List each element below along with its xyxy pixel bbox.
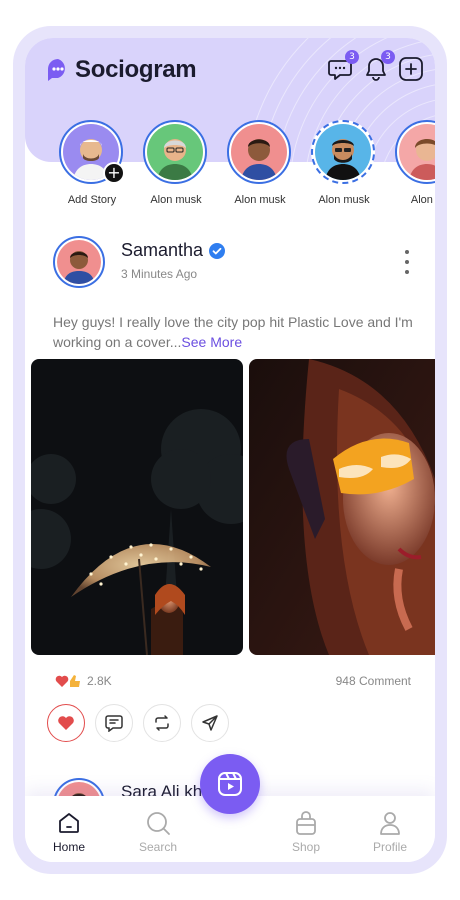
post-image-umbrella[interactable] bbox=[31, 359, 243, 655]
story-item[interactable]: Alon musk bbox=[227, 120, 293, 206]
avatar bbox=[147, 124, 203, 180]
story-item[interactable]: Alon m bbox=[395, 120, 435, 206]
see-more-link[interactable]: See More bbox=[181, 334, 242, 350]
story-ring bbox=[143, 120, 207, 184]
nav-profile-label: Profile bbox=[372, 840, 407, 854]
repost-icon bbox=[155, 715, 169, 731]
reels-button[interactable] bbox=[200, 754, 260, 814]
shop-bag-icon bbox=[296, 811, 316, 835]
post-actions bbox=[47, 704, 229, 742]
comment-icon bbox=[105, 715, 123, 732]
comment-button[interactable] bbox=[95, 704, 133, 742]
comment-count[interactable]: 948 Comment bbox=[336, 674, 411, 688]
verified-icon bbox=[209, 242, 226, 259]
post-author-name[interactable]: Samantha bbox=[121, 240, 226, 261]
nav-profile[interactable]: Profile bbox=[360, 810, 420, 854]
nav-home-label: Home bbox=[52, 840, 85, 854]
phone-frame: Sociogram 3 3 + Add Story Alon musk Alon… bbox=[13, 26, 447, 874]
post-image-glasses[interactable] bbox=[249, 359, 435, 655]
story-name: Alon m bbox=[410, 194, 435, 206]
reaction-count: 2.8K bbox=[87, 674, 112, 688]
logo-chat-icon bbox=[48, 59, 65, 81]
messages-badge: 3 bbox=[345, 50, 359, 64]
post-caption: Hey guys! I really love the city pop hit… bbox=[53, 312, 413, 352]
avatar bbox=[399, 124, 435, 180]
author-name-text: Samantha bbox=[121, 240, 204, 260]
story-name: Alon musk bbox=[234, 194, 286, 206]
story-ring bbox=[395, 120, 435, 184]
story-item[interactable]: Alon musk bbox=[311, 120, 377, 206]
like-button[interactable] bbox=[47, 704, 85, 742]
stories-row: + Add Story Alon musk Alon musk Alon mus… bbox=[53, 120, 435, 220]
home-icon bbox=[59, 813, 79, 833]
post-reactions[interactable]: 2.8K bbox=[55, 674, 112, 688]
story-ring bbox=[227, 120, 291, 184]
story-name: Alon musk bbox=[318, 194, 370, 206]
story-ring bbox=[311, 120, 375, 184]
reels-icon bbox=[218, 772, 242, 796]
add-square-icon bbox=[399, 57, 423, 81]
story-item[interactable]: Alon musk bbox=[143, 120, 209, 206]
app-screen: Sociogram 3 3 + Add Story Alon musk Alon… bbox=[25, 38, 435, 862]
nav-home[interactable]: Home bbox=[39, 810, 99, 854]
avatar bbox=[57, 240, 101, 284]
add-story-plus-icon: + bbox=[103, 162, 125, 184]
messages-button[interactable]: 3 bbox=[327, 50, 359, 82]
post-author-avatar[interactable] bbox=[53, 236, 105, 288]
avatar bbox=[231, 124, 287, 180]
avatar bbox=[315, 124, 371, 180]
story-ring: + bbox=[59, 120, 125, 184]
nav-shop-label: Shop bbox=[291, 840, 321, 854]
heart-icon bbox=[55, 675, 80, 687]
nav-search[interactable]: Search bbox=[128, 810, 188, 854]
story-add[interactable]: + Add Story bbox=[59, 120, 125, 206]
post-time: 3 Minutes Ago bbox=[121, 267, 198, 281]
share-button[interactable] bbox=[191, 704, 229, 742]
send-icon bbox=[202, 715, 218, 731]
search-icon bbox=[147, 812, 170, 835]
create-post-button[interactable] bbox=[398, 56, 424, 82]
repost-button[interactable] bbox=[143, 704, 181, 742]
nav-search-label: Search bbox=[138, 840, 178, 854]
profile-icon bbox=[380, 812, 400, 835]
story-name: Alon musk bbox=[150, 194, 202, 206]
notifications-badge: 3 bbox=[381, 50, 395, 64]
story-name: Add Story bbox=[67, 194, 117, 206]
notifications-button[interactable]: 3 bbox=[363, 50, 395, 82]
nav-shop[interactable]: Shop bbox=[276, 810, 336, 854]
post-header: Samantha 3 Minutes Ago bbox=[53, 236, 413, 290]
more-vertical-icon bbox=[405, 250, 409, 254]
app-name: Sociogram bbox=[75, 56, 197, 83]
app-logo[interactable]: Sociogram bbox=[47, 56, 197, 84]
post-more-button[interactable] bbox=[401, 250, 413, 274]
heart-icon bbox=[58, 716, 74, 730]
